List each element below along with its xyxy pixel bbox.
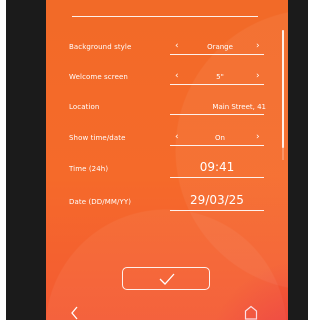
confirm-button[interactable] bbox=[122, 267, 210, 290]
back-arrow-icon[interactable] bbox=[70, 306, 80, 320]
device-frame: Background style ‹ Orange › Welcome scre… bbox=[6, 0, 308, 320]
chevron-right-icon[interactable]: › bbox=[256, 71, 260, 81]
home-icon[interactable] bbox=[244, 305, 258, 320]
chevron-left-icon[interactable]: ‹ bbox=[175, 71, 179, 81]
settings-screen: Background style ‹ Orange › Welcome scre… bbox=[46, 0, 288, 320]
value-underline bbox=[170, 145, 264, 146]
setting-label: Background style bbox=[69, 43, 132, 51]
chevron-right-icon[interactable]: › bbox=[256, 132, 260, 142]
setting-value: 5" bbox=[216, 73, 224, 81]
setting-label: Time (24h) bbox=[69, 165, 109, 173]
header-divider bbox=[72, 16, 258, 17]
setting-value: Orange bbox=[207, 43, 233, 51]
value-underline bbox=[170, 54, 264, 55]
setting-time[interactable]: Time (24h) 09:41 bbox=[46, 160, 288, 182]
value-underline bbox=[170, 210, 264, 211]
setting-date[interactable]: Date (DD/MM/YY) 29/03/25 bbox=[46, 193, 288, 215]
setting-show-time-date: Show time/date ‹ On › bbox=[46, 131, 288, 151]
chevron-left-icon[interactable]: ‹ bbox=[175, 132, 179, 142]
value-underline bbox=[170, 114, 264, 115]
chevron-right-icon[interactable]: › bbox=[256, 41, 260, 51]
time-input[interactable]: 09:41 bbox=[170, 160, 264, 174]
setting-label: Location bbox=[69, 103, 100, 111]
chevron-left-icon[interactable]: ‹ bbox=[175, 41, 179, 51]
setting-location[interactable]: Location Main Street, 41 bbox=[46, 100, 288, 120]
setting-welcome-screen: Welcome screen ‹ 5" › bbox=[46, 70, 288, 90]
date-input[interactable]: 29/03/25 bbox=[170, 193, 264, 207]
setting-background-style: Background style ‹ Orange › bbox=[46, 40, 288, 60]
value-underline bbox=[170, 84, 264, 85]
setting-label: Welcome screen bbox=[69, 73, 128, 81]
location-input[interactable]: Main Street, 41 bbox=[186, 103, 266, 111]
setting-label: Show time/date bbox=[69, 134, 126, 142]
setting-value: On bbox=[215, 134, 225, 142]
checkmark-icon bbox=[159, 273, 175, 285]
value-underline bbox=[170, 177, 264, 178]
setting-label: Date (DD/MM/YY) bbox=[69, 198, 132, 206]
